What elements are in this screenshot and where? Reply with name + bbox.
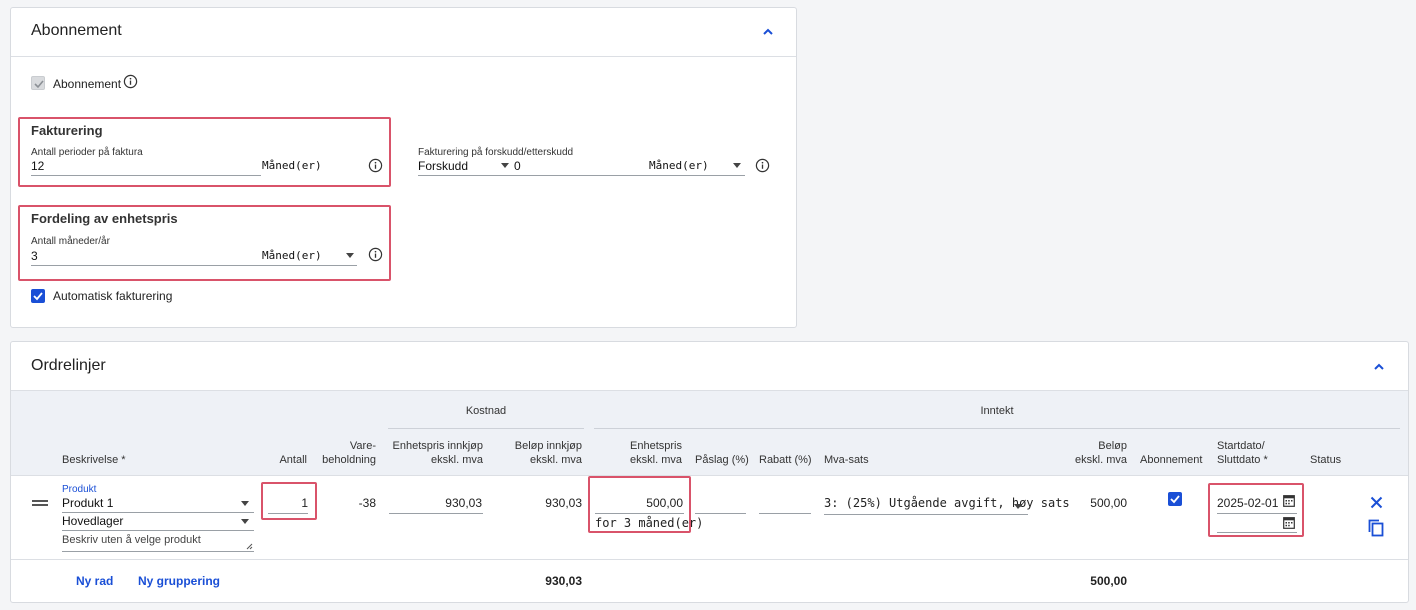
unit-price-distribution-highlight <box>18 205 391 281</box>
col-status: Status <box>1310 454 1342 466</box>
collapse-chevron-icon[interactable] <box>1372 360 1386 374</box>
drag-handle-icon[interactable] <box>32 499 48 507</box>
amount-total: 500,00 <box>1090 574 1127 588</box>
delete-row-icon[interactable] <box>1370 496 1383 509</box>
description-textarea[interactable]: Beskriv uten å velge produkt <box>62 532 254 552</box>
col-markup: Påslag (%) <box>695 454 749 466</box>
col-quantity: Antall <box>279 454 307 466</box>
collapse-chevron-icon[interactable] <box>761 25 775 39</box>
col-unit-cost-line2: ekskl. mva <box>431 454 483 466</box>
amount-value: 500,00 <box>1090 496 1127 510</box>
col-stock-line2: beholdning <box>322 454 376 466</box>
income-group-header: Inntekt <box>980 405 1014 417</box>
warehouse-select[interactable]: Hovedlager <box>62 514 123 528</box>
order-lines-title: Ordrelinjer <box>31 357 106 374</box>
subscription-checkbox-label: Abonnement <box>53 77 122 91</box>
auto-invoicing-checkbox[interactable] <box>31 289 45 303</box>
description-placeholder: Beskriv uten å velge produkt <box>62 534 201 546</box>
warehouse-underline <box>62 530 254 531</box>
col-amount-line2: ekskl. mva <box>1075 454 1127 466</box>
unit-cost-underline <box>389 513 483 514</box>
col-description: Beskrivelse * <box>62 454 126 466</box>
markup-input[interactable] <box>695 513 746 514</box>
copy-row-icon[interactable] <box>1368 519 1385 537</box>
table-header-bottom-border <box>11 475 1408 476</box>
vat-caret-icon[interactable] <box>1014 504 1022 509</box>
col-cost-amount-line1: Beløp innkjøp <box>514 440 582 452</box>
resize-handle-icon[interactable] <box>245 542 253 550</box>
vat-underline <box>824 514 1028 515</box>
col-dates-line2: Sluttdato * <box>1217 454 1268 466</box>
auto-invoicing-label: Automatisk fakturering <box>53 289 173 303</box>
col-dates-line1: Startdato/ <box>1217 440 1265 452</box>
row-subscription-checkbox[interactable] <box>1168 492 1182 506</box>
discount-input[interactable] <box>759 513 811 514</box>
unit-cost-input[interactable]: 930,03 <box>389 496 482 510</box>
info-icon[interactable] <box>123 74 138 89</box>
new-group-button[interactable]: Ny gruppering <box>138 574 220 588</box>
advance-unit-caret-icon[interactable] <box>733 163 741 168</box>
quantity-highlight <box>261 482 317 520</box>
cost-group-header: Kostnad <box>465 405 507 417</box>
product-select[interactable]: Produkt 1 <box>62 496 113 510</box>
advance-underline <box>418 175 745 176</box>
product-caret-icon[interactable] <box>241 501 249 506</box>
advance-select[interactable]: Forskudd <box>418 159 468 173</box>
vat-select[interactable]: 3: (25%) Utgående avgift, høy sats <box>824 496 1070 510</box>
table-header-top-border <box>11 390 1408 391</box>
advance-unit-select[interactable]: Måned(er) <box>649 159 709 172</box>
panel-divider <box>11 56 796 57</box>
advance-caret-icon[interactable] <box>501 163 509 168</box>
subscription-panel-title: Abonnement <box>31 22 122 39</box>
col-subscription: Abonnement <box>1140 454 1203 466</box>
col-unit-price-line1: Enhetspris <box>630 440 682 452</box>
stock-value: -38 <box>358 496 376 510</box>
col-discount: Rabatt (%) <box>759 454 812 466</box>
advance-label: Fakturering på forskudd/etterskudd <box>418 147 574 158</box>
col-cost-amount-line2: ekskl. mva <box>530 454 582 466</box>
dates-highlight <box>1208 483 1304 537</box>
advance-amount-input[interactable]: 0 <box>514 159 521 173</box>
cost-total: 930,03 <box>545 574 582 588</box>
cost-amount-value: 930,03 <box>545 496 582 510</box>
product-underline <box>62 512 254 513</box>
new-row-button[interactable]: Ny rad <box>76 574 113 588</box>
col-amount-line1: Beløp <box>1098 440 1127 452</box>
check-icon <box>34 80 44 89</box>
unit-price-highlight <box>588 476 691 533</box>
check-icon <box>33 292 43 301</box>
col-unit-price-line2: ekskl. mva <box>630 454 682 466</box>
col-unit-cost-line1: Enhetspris innkjøp <box>392 440 484 452</box>
invoicing-highlight <box>18 117 391 187</box>
row-bottom-border <box>11 559 1408 560</box>
cost-group-underline <box>388 428 584 429</box>
info-icon[interactable] <box>755 158 770 173</box>
warehouse-caret-icon[interactable] <box>241 519 249 524</box>
col-vat: Mva-sats <box>824 454 869 466</box>
check-icon <box>1170 495 1180 504</box>
income-group-underline <box>594 428 1400 429</box>
product-label: Produkt <box>62 484 97 495</box>
col-stock-line1: Vare- <box>349 440 376 452</box>
subscription-checkbox[interactable] <box>31 76 45 90</box>
